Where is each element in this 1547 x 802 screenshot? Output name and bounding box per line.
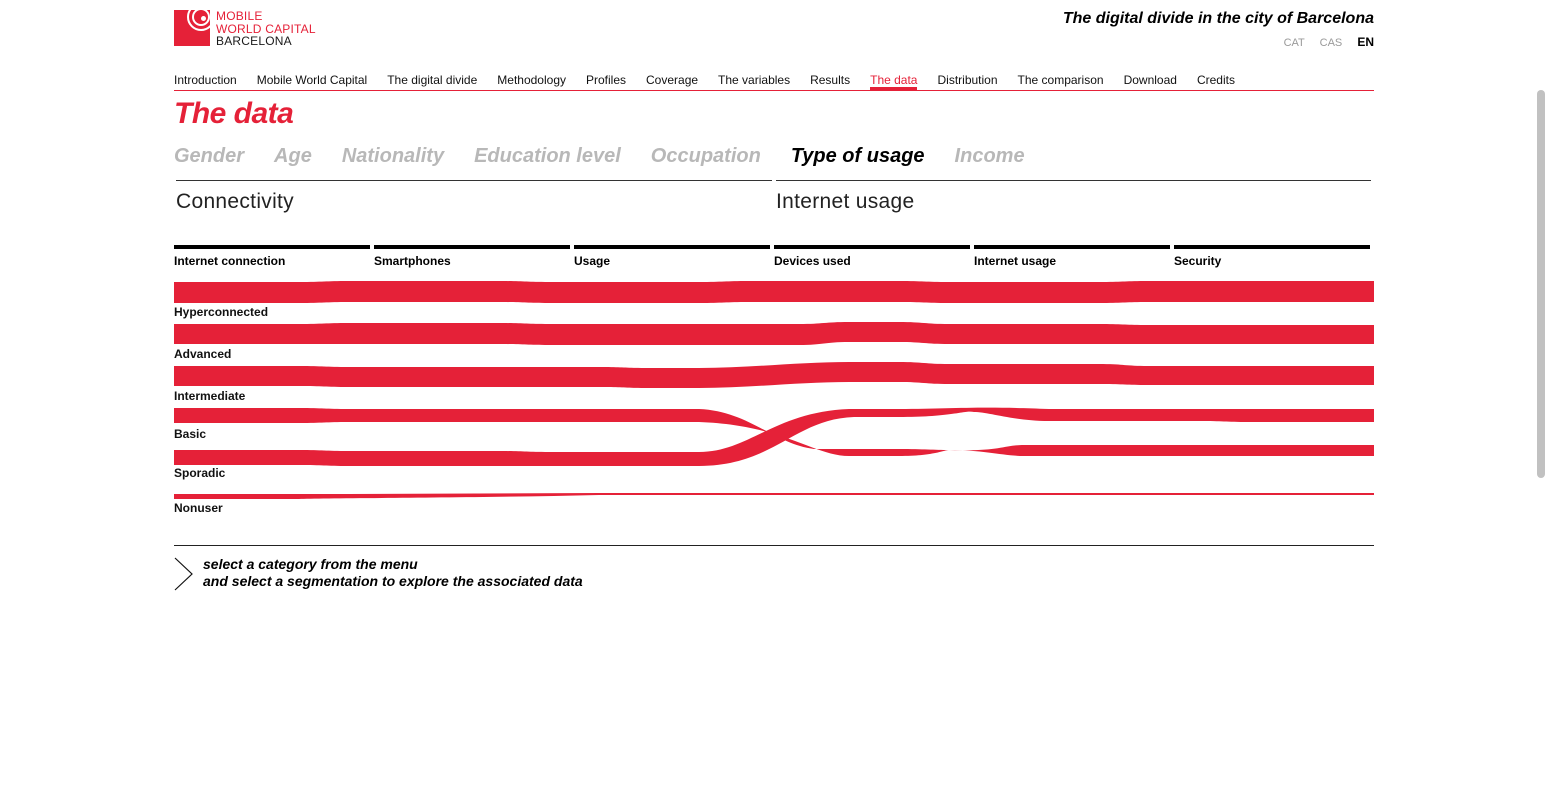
flow-band-advanced[interactable]	[174, 322, 1374, 345]
row-label-nonuser: Nonuser	[174, 501, 223, 515]
column-bar	[774, 245, 970, 249]
instruction-line-1: select a category from the menu	[203, 556, 418, 572]
nav-the-data[interactable]: The data	[870, 73, 918, 90]
language-switcher: CAT CAS EN	[1272, 35, 1374, 49]
tab-education-level[interactable]: Education level	[474, 145, 621, 168]
nav-comparison[interactable]: The comparison	[1018, 73, 1104, 89]
nav-profiles[interactable]: Profiles	[586, 73, 626, 89]
column-security[interactable]: Security	[1174, 254, 1221, 268]
row-label-hyperconnected: Hyperconnected	[174, 305, 269, 319]
column-devices-used[interactable]: Devices used	[774, 254, 851, 268]
section-title-internet-usage: Internet usage	[776, 190, 915, 213]
lang-cas[interactable]: CAS	[1320, 37, 1343, 49]
section-divider-connectivity	[176, 180, 772, 181]
tab-age[interactable]: Age	[274, 145, 312, 168]
instruction-text: select a category from the menu and sele…	[203, 556, 583, 590]
nav-introduction[interactable]: Introduction	[174, 73, 237, 89]
page-scrollbar[interactable]	[1534, 0, 1547, 802]
tab-gender[interactable]: Gender	[174, 145, 244, 168]
logo-line-1: MOBILE	[216, 9, 263, 23]
main-container: MOBILE WORLD CAPITAL BARCELONA The digit…	[174, 0, 1374, 802]
column-usage[interactable]: Usage	[574, 254, 610, 268]
logo-text: MOBILE WORLD CAPITAL BARCELONA	[216, 10, 316, 48]
column-internet-connection[interactable]: Internet connection	[174, 254, 285, 268]
category-tabs: Gender Age Nationality Education level O…	[174, 145, 1055, 168]
column-bar	[1174, 245, 1370, 249]
flow-diagram	[174, 281, 1374, 499]
row-label-basic: Basic	[174, 427, 207, 441]
column-bar	[174, 245, 370, 249]
row-label-advanced: Advanced	[174, 347, 232, 361]
scrollbar-thumb[interactable]	[1537, 90, 1545, 478]
column-bar	[974, 245, 1170, 249]
mwc-logo[interactable]: MOBILE WORLD CAPITAL BARCELONA	[174, 10, 334, 48]
row-label-sporadic: Sporadic	[174, 466, 226, 480]
column-bar	[574, 245, 770, 249]
site-title: The digital divide in the city of Barcel…	[1062, 10, 1374, 27]
nav-methodology[interactable]: Methodology	[497, 73, 566, 89]
nav-download[interactable]: Download	[1124, 73, 1177, 89]
section-divider-internet-usage	[776, 180, 1371, 181]
flow-band-intermediate[interactable]	[174, 362, 1374, 388]
tab-nationality[interactable]: Nationality	[342, 145, 444, 168]
section-title-connectivity: Connectivity	[176, 190, 294, 213]
column-smartphones[interactable]: Smartphones	[374, 254, 451, 268]
logo-line-3: BARCELONA	[216, 34, 292, 48]
nav-results[interactable]: Results	[810, 73, 850, 89]
page-title: The data	[174, 97, 294, 130]
tab-occupation[interactable]: Occupation	[651, 145, 761, 168]
flow-band-nonuser[interactable]	[174, 493, 1374, 499]
nav-mobile-world-capital[interactable]: Mobile World Capital	[257, 73, 368, 89]
column-bar	[374, 245, 570, 249]
nav-coverage[interactable]: Coverage	[646, 73, 698, 89]
tab-type-of-usage[interactable]: Type of usage	[791, 145, 925, 168]
nav-digital-divide[interactable]: The digital divide	[387, 73, 477, 89]
flow-band-hyperconnected[interactable]	[174, 281, 1374, 303]
mwc-logo-icon	[174, 10, 210, 46]
column-internet-usage[interactable]: Internet usage	[974, 254, 1056, 268]
chevron-right-icon[interactable]	[174, 557, 194, 591]
tab-income[interactable]: Income	[955, 145, 1025, 168]
main-nav: Introduction Mobile World Capital The di…	[174, 73, 1374, 91]
nav-variables[interactable]: The variables	[718, 73, 790, 89]
instruction-line-2: and select a segmentation to explore the…	[203, 573, 583, 589]
lang-cat[interactable]: CAT	[1284, 37, 1305, 49]
nav-distribution[interactable]: Distribution	[937, 73, 997, 89]
row-label-intermediate: Intermediate	[174, 389, 246, 403]
nav-credits[interactable]: Credits	[1197, 73, 1235, 89]
lang-en[interactable]: EN	[1357, 35, 1374, 49]
bottom-divider	[174, 545, 1374, 546]
